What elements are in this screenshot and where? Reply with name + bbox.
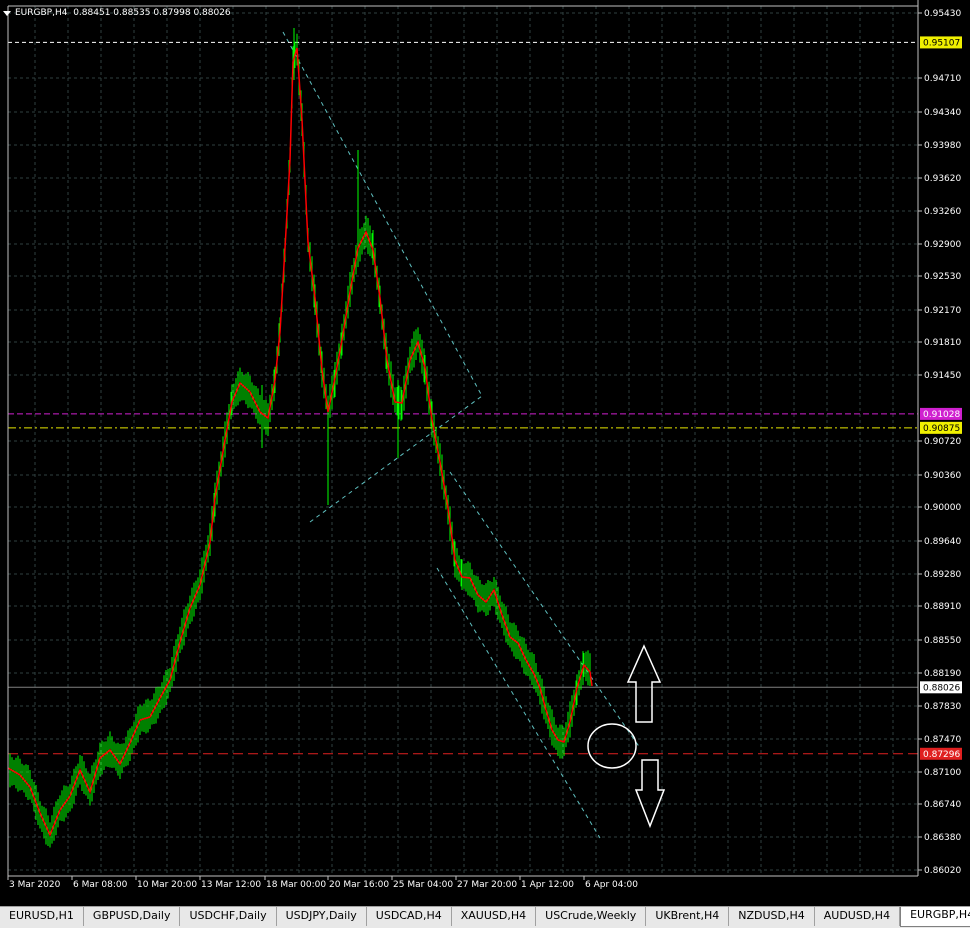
tab-eurgbp-h4[interactable]: EURGBP,H4 bbox=[900, 907, 970, 927]
time-axis: 3 Mar 2020 6 Mar 08:00 10 Mar 20:00 13 Mar … bbox=[7, 876, 638, 890]
ohlc-values: 0.88451 0.88535 0.87998 0.88026 bbox=[73, 8, 231, 18]
price-tick-label: 0.86380 bbox=[924, 833, 961, 843]
tab-audusd-h4[interactable]: AUDUSD,H4 bbox=[815, 907, 901, 926]
price-tick-label: 0.86740 bbox=[924, 800, 961, 810]
price-tick-label: 0.93980 bbox=[924, 141, 961, 151]
tab-gbpusd-daily[interactable]: GBPUSD,Daily bbox=[84, 907, 181, 926]
chart-tab-bar: EURUSD,H1 GBPUSD,Daily USDCHF,Daily USDJPY,… bbox=[0, 906, 970, 928]
tab-uscrude-weekly[interactable]: USCrude,Weekly bbox=[536, 907, 647, 926]
tab-xauusd-h4[interactable]: XAUUSD,H4 bbox=[452, 907, 537, 926]
chart-header: EURGBP,H4 0.88451 0.88535 0.87998 0.8802… bbox=[3, 8, 231, 22]
time-tick-label: 20 Mar 16:00 bbox=[329, 880, 389, 890]
trendline bbox=[282, 31, 483, 397]
trendlines bbox=[282, 31, 641, 839]
time-tick-label: 6 Apr 04:00 bbox=[585, 880, 638, 890]
symbol-label: EURGBP,H4 bbox=[15, 8, 68, 18]
price-tick-label: 0.94710 bbox=[924, 74, 961, 84]
time-tick-label: 18 Mar 00:00 bbox=[266, 880, 326, 890]
price-tick-label: 0.88190 bbox=[924, 669, 961, 679]
price-tick-label: 0.92530 bbox=[924, 272, 961, 282]
price-tick-label: 0.95430 bbox=[924, 9, 961, 19]
price-tick-label: 0.91450 bbox=[924, 371, 961, 381]
price-tick-label: 0.88550 bbox=[924, 636, 961, 646]
price-chart[interactable]: 0.95107 0.91028 0.90875 0.88026 0.87296 0.95… bbox=[0, 0, 970, 906]
tab-nzdusd-h4[interactable]: NZDUSD,H4 bbox=[729, 907, 815, 926]
price-tick-label: 0.90000 bbox=[924, 503, 961, 513]
chart-window[interactable]: 0.95107 0.91028 0.90875 0.88026 0.87296 0.95… bbox=[0, 0, 970, 906]
arrow-down-icon[interactable] bbox=[634, 759, 666, 829]
price-tick-label: 0.92170 bbox=[924, 306, 961, 316]
tab-eurusd-h1[interactable]: EURUSD,H1 bbox=[0, 907, 84, 926]
price-tick-label: 0.86020 bbox=[924, 866, 961, 876]
price-tick-label: 0.93260 bbox=[924, 207, 961, 217]
price-axis: 0.95430 0.94710 0.94340 0.93980 0.93620 0.932… bbox=[7, 0, 961, 877]
price-tick-label: 0.88910 bbox=[924, 602, 961, 612]
top-level-price-label: 0.95107 bbox=[923, 38, 960, 48]
moving-average bbox=[7, 47, 593, 837]
ma-line bbox=[7, 47, 593, 837]
price-tick-label: 0.87470 bbox=[924, 735, 961, 745]
chart-grid bbox=[8, 6, 918, 876]
current-price-price-label: 0.88026 bbox=[923, 683, 960, 693]
trendline bbox=[309, 395, 483, 523]
price-tick-label: 0.92900 bbox=[924, 240, 961, 250]
price-tick-label: 0.90720 bbox=[924, 437, 961, 447]
red-level-price-label: 0.87296 bbox=[923, 750, 960, 760]
yellow-level-price-label: 0.90875 bbox=[923, 424, 960, 434]
tab-usdjpy-daily[interactable]: USDJPY,Daily bbox=[277, 907, 367, 926]
tab-usdcad-h4[interactable]: USDCAD,H4 bbox=[367, 907, 452, 926]
magenta-level-price-label: 0.91028 bbox=[923, 410, 960, 420]
price-tick-label: 0.93620 bbox=[924, 174, 961, 184]
price-tick-label: 0.87830 bbox=[924, 702, 961, 712]
arrow-up-icon[interactable] bbox=[626, 644, 662, 723]
time-tick-label: 13 Mar 12:00 bbox=[201, 880, 261, 890]
price-tick-label: 0.89640 bbox=[924, 537, 961, 547]
price-tick-label: 0.89280 bbox=[924, 570, 961, 580]
price-tick-label: 0.91810 bbox=[924, 338, 961, 348]
chevron-down-icon[interactable] bbox=[3, 10, 11, 16]
time-tick-label: 27 Mar 20:00 bbox=[457, 880, 517, 890]
time-tick-label: 6 Mar 08:00 bbox=[73, 880, 128, 890]
price-tick-label: 0.90360 bbox=[924, 471, 961, 481]
tab-ukbrent-h4[interactable]: UKBrent,H4 bbox=[646, 907, 730, 926]
time-tick-label: 1 Apr 12:00 bbox=[521, 880, 574, 890]
price-tick-label: 0.87100 bbox=[924, 768, 961, 778]
time-tick-label: 10 Mar 20:00 bbox=[137, 880, 197, 890]
tab-usdchf-daily[interactable]: USDCHF,Daily bbox=[180, 907, 277, 926]
price-tick-label: 0.94340 bbox=[924, 108, 961, 118]
time-tick-label: 3 Mar 2020 bbox=[9, 880, 61, 890]
time-tick-label: 25 Mar 04:00 bbox=[393, 880, 453, 890]
